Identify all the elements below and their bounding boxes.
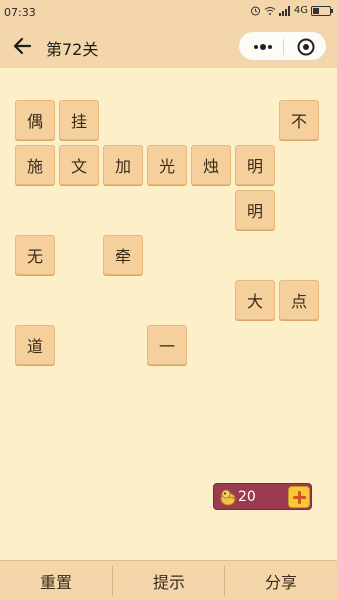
wifi-icon bbox=[264, 6, 276, 15]
alarm-icon bbox=[250, 6, 260, 16]
tile-r4-c3[interactable]: 牵 bbox=[103, 235, 143, 275]
tile-r2-c6[interactable]: 明 bbox=[235, 145, 275, 185]
tile-r4-c1[interactable]: 无 bbox=[15, 235, 55, 275]
tile-r6-c1[interactable]: 道 bbox=[15, 325, 55, 365]
capsule-divider bbox=[283, 39, 284, 55]
tile-r1-c2[interactable]: 挂 bbox=[59, 100, 99, 140]
more-icon[interactable] bbox=[245, 36, 281, 58]
back-arrow-icon[interactable] bbox=[10, 34, 36, 58]
share-button[interactable]: 分享 bbox=[225, 561, 337, 600]
tile-r5-c6[interactable]: 大 bbox=[235, 280, 275, 320]
tile-r2-c4[interactable]: 光 bbox=[147, 145, 187, 185]
nav-bar: 第72关 bbox=[0, 24, 337, 68]
bottom-action-bar: 重置 提示 分享 bbox=[0, 560, 337, 600]
mini-program-capsule bbox=[238, 31, 327, 61]
tile-r2-c3[interactable]: 加 bbox=[103, 145, 143, 185]
hint-count: 20 bbox=[238, 489, 256, 505]
status-time: 07:33 bbox=[4, 6, 36, 19]
status-bar: 07:33 4G bbox=[0, 0, 337, 24]
add-hints-button[interactable] bbox=[288, 486, 310, 508]
page-title: 第72关 bbox=[46, 40, 99, 59]
close-mini-program-icon[interactable] bbox=[291, 36, 321, 58]
battery-icon bbox=[311, 5, 333, 16]
bird-icon bbox=[219, 489, 236, 506]
tile-r1-c1[interactable]: 偶 bbox=[15, 100, 55, 140]
tile-r2-c2[interactable]: 文 bbox=[59, 145, 99, 185]
reset-button[interactable]: 重置 bbox=[0, 561, 112, 600]
status-icons: 4G bbox=[250, 5, 333, 16]
network-type: 4G bbox=[293, 5, 308, 16]
tile-r2-c5[interactable]: 烛 bbox=[191, 145, 231, 185]
hint-button[interactable]: 提示 bbox=[113, 561, 225, 600]
tile-r1-c7[interactable]: 不 bbox=[279, 100, 319, 140]
tile-r5-c7[interactable]: 点 bbox=[279, 280, 319, 320]
hint-coin-counter: 20 bbox=[213, 483, 312, 510]
tile-r2-c1[interactable]: 施 bbox=[15, 145, 55, 185]
tile-r6-c4[interactable]: 一 bbox=[147, 325, 187, 365]
tile-r3-c6[interactable]: 明 bbox=[235, 190, 275, 230]
signal-icon bbox=[278, 5, 290, 16]
